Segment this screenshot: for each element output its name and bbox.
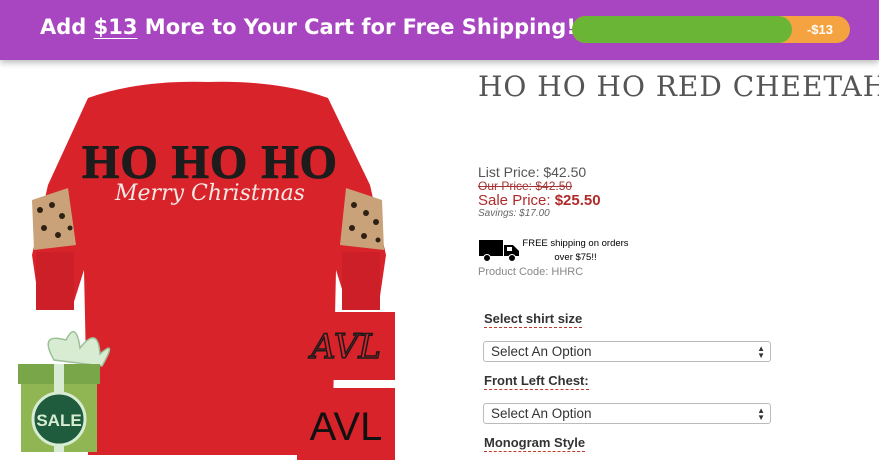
progress-remaining-label: -$13 [806, 22, 833, 37]
sale-tag-text: SALE [36, 411, 81, 430]
monogram-style-label: Monogram Style [484, 435, 586, 452]
list-price: List Price: $42.50 [478, 164, 587, 180]
free-shipping-message: Add $13 More to Your Cart for Free Shipp… [40, 15, 576, 39]
select-arrows-icon: ▲ ▼ [757, 406, 765, 422]
monogram-sample-2[interactable]: AVL [297, 388, 395, 460]
monogram-sample-1[interactable]: AVL [297, 312, 395, 380]
sale-price-amount: $25.50 [554, 192, 601, 209]
free-shipping-notice: FREE shipping on orders over $75!! [522, 238, 629, 263]
shipping-progress-bar: -$13 [572, 16, 850, 43]
savings: Savings: $17.00 [478, 208, 550, 219]
truck-icon [479, 240, 519, 262]
svg-text:AVL: AVL [310, 405, 383, 449]
product-code: Product Code: HHRC [478, 266, 584, 278]
our-price: Our Price: $42.50 [478, 179, 573, 193]
shirt-size-label: Select shirt size [484, 311, 583, 328]
product-title: HO HO HO RED CHEETAH [478, 70, 879, 103]
shirt-print-merry: Merry Christmas [114, 181, 305, 206]
product-image[interactable]: HO HO HO Merry Christmas SALE AVL AVL [18, 70, 398, 460]
sale-gift-icon: SALE [18, 331, 111, 452]
select-arrows-icon: ▲ ▼ [757, 344, 765, 360]
front-left-chest-label: Front Left Chest: [484, 373, 589, 390]
front-left-chest-select[interactable]: Select An Option ▲ ▼ [483, 403, 771, 424]
sale-price: Sale Price: $25.50 [478, 192, 601, 209]
remaining-amount: $13 [93, 15, 138, 39]
free-shipping-banner: Add $13 More to Your Cart for Free Shipp… [0, 0, 879, 60]
shirt-size-select[interactable]: Select An Option ▲ ▼ [483, 341, 771, 362]
shipping-progress-fill [572, 16, 792, 43]
svg-text:AVL: AVL [308, 327, 381, 367]
